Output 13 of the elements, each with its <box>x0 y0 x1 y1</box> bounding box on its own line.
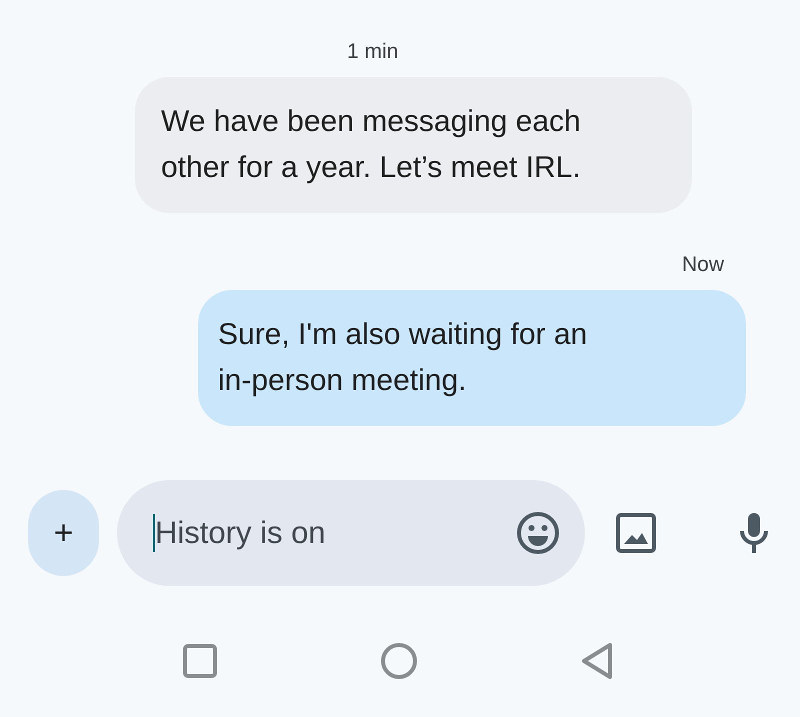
recents-icon[interactable] <box>182 643 218 679</box>
sent-message-bubble: Sure, I'm also waiting for an in-person meeting. <box>198 290 746 426</box>
emoji-icon[interactable] <box>516 511 560 555</box>
add-button[interactable]: + <box>28 490 99 576</box>
image-icon[interactable] <box>616 513 656 553</box>
received-message-bubble: We have been messaging each other for a year. Let’s meet IRL. <box>135 77 692 213</box>
text-cursor <box>153 514 155 552</box>
message-time: Now <box>682 253 724 277</box>
microphone-icon[interactable] <box>738 511 770 555</box>
back-icon[interactable] <box>580 642 614 680</box>
message-input-field[interactable]: History is on <box>117 480 585 586</box>
message-time: 1 min <box>347 40 398 64</box>
home-icon[interactable] <box>380 642 418 680</box>
